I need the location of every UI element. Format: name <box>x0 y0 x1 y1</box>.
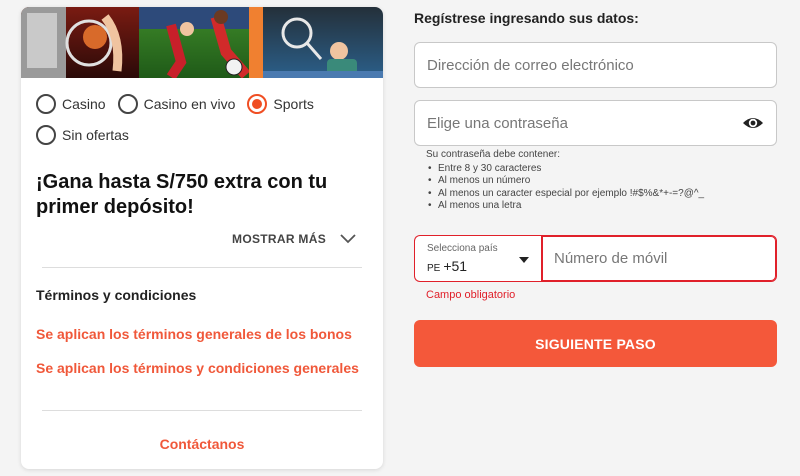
next-step-button[interactable]: SIGUIENTE PASO <box>414 320 777 367</box>
promo-headline: ¡Gana hasta S/750 extra con tu primer de… <box>36 171 328 218</box>
radio-casino[interactable] <box>36 94 56 114</box>
eye-icon[interactable] <box>742 115 764 131</box>
password-requirements: Su contraseña debe contener: Entre 8 y 3… <box>426 149 704 213</box>
password-rule: Entre 8 y 30 caracteres <box>426 163 704 176</box>
general-terms-link[interactable]: Se aplican los términos y condiciones ge… <box>36 359 371 377</box>
promo-card: Casino Casino en vivo Sports Sin ofertas… <box>21 7 383 469</box>
password-rule: Al menos una letra <box>426 200 704 213</box>
chevron-down-icon <box>340 234 356 244</box>
offer-option-label: Sin ofertas <box>62 127 129 143</box>
phone-error-message: Campo obligatorio <box>426 289 516 301</box>
radio-sin-ofertas[interactable] <box>36 125 56 145</box>
show-more-label: MOSTRAR MÁS <box>232 232 326 246</box>
offer-option-sin-ofertas[interactable]: Sin ofertas <box>36 125 129 145</box>
offer-option-label: Sports <box>273 96 314 112</box>
offer-option-label: Casino en vivo <box>143 96 236 112</box>
email-field[interactable] <box>414 42 777 88</box>
password-field[interactable] <box>414 100 777 146</box>
terms-title: Términos y condiciones <box>36 287 197 303</box>
password-rule: Al menos un número <box>426 175 704 188</box>
divider <box>42 410 362 411</box>
offer-options: Casino Casino en vivo Sports Sin ofertas <box>36 93 376 155</box>
show-more-button[interactable]: MOSTRAR MÁS <box>232 232 356 246</box>
phone-input[interactable] <box>542 236 776 281</box>
sports-banner-image <box>21 7 383 78</box>
phone-field[interactable] <box>541 235 777 282</box>
country-iso: PE <box>427 263 441 274</box>
phone-group: Selecciona país PE +51 <box>414 235 777 282</box>
password-input[interactable] <box>415 101 776 145</box>
email-input[interactable] <box>415 43 776 87</box>
form-title: Regístrese ingresando sus datos: <box>414 10 639 26</box>
radio-sports[interactable] <box>247 94 268 114</box>
password-rule: Al menos un caracter especial por ejempl… <box>426 188 704 201</box>
bonus-terms-link[interactable]: Se aplican los términos generales de los… <box>36 325 371 343</box>
dial-code-value: +51 <box>443 258 468 274</box>
country-dial-code: PE +51 <box>427 258 467 274</box>
radio-casino-en-vivo[interactable] <box>117 94 138 114</box>
password-hint-title: Su contraseña debe contener: <box>426 149 560 160</box>
divider <box>42 267 362 268</box>
offer-option-casino[interactable]: Casino <box>36 94 106 114</box>
offer-option-label: Casino <box>62 96 106 112</box>
offer-option-casino-en-vivo[interactable]: Casino en vivo <box>117 94 236 114</box>
country-select[interactable]: Selecciona país PE +51 <box>414 235 541 282</box>
country-select-label: Selecciona país <box>427 243 498 254</box>
contact-link[interactable]: Contáctanos <box>21 436 383 452</box>
offer-option-sports[interactable]: Sports <box>247 94 314 114</box>
caret-down-icon <box>519 257 529 263</box>
